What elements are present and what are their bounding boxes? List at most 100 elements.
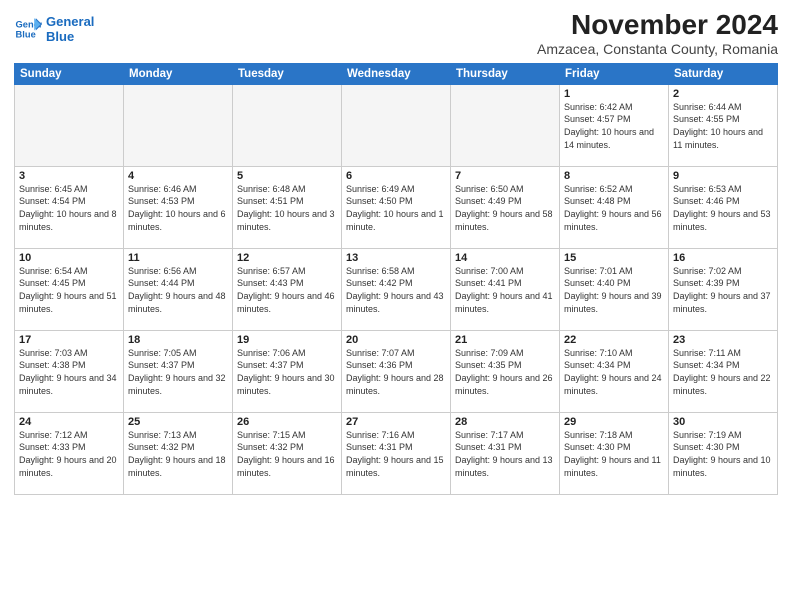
day-info: Sunrise: 7:16 AM Sunset: 4:31 PM Dayligh…	[346, 429, 446, 479]
day-info: Sunrise: 6:57 AM Sunset: 4:43 PM Dayligh…	[237, 265, 337, 315]
day-number: 24	[19, 416, 119, 428]
day-number: 26	[237, 416, 337, 428]
logo-line1: General	[46, 14, 94, 29]
day-info: Sunrise: 7:06 AM Sunset: 4:37 PM Dayligh…	[237, 347, 337, 397]
table-row: 18Sunrise: 7:05 AM Sunset: 4:37 PM Dayli…	[124, 330, 233, 412]
table-row: 10Sunrise: 6:54 AM Sunset: 4:45 PM Dayli…	[15, 248, 124, 330]
table-row: 14Sunrise: 7:00 AM Sunset: 4:41 PM Dayli…	[451, 248, 560, 330]
table-row: 1Sunrise: 6:42 AM Sunset: 4:57 PM Daylig…	[560, 84, 669, 166]
day-number: 17	[19, 334, 119, 346]
table-row: 19Sunrise: 7:06 AM Sunset: 4:37 PM Dayli…	[233, 330, 342, 412]
month-title: November 2024	[537, 10, 778, 41]
th-tuesday: Tuesday	[233, 63, 342, 84]
table-row: 28Sunrise: 7:17 AM Sunset: 4:31 PM Dayli…	[451, 412, 560, 494]
table-row: 13Sunrise: 6:58 AM Sunset: 4:42 PM Dayli…	[342, 248, 451, 330]
day-number: 19	[237, 334, 337, 346]
table-row: 9Sunrise: 6:53 AM Sunset: 4:46 PM Daylig…	[669, 166, 778, 248]
calendar-week-5: 24Sunrise: 7:12 AM Sunset: 4:33 PM Dayli…	[15, 412, 778, 494]
calendar-week-3: 10Sunrise: 6:54 AM Sunset: 4:45 PM Dayli…	[15, 248, 778, 330]
day-number: 20	[346, 334, 446, 346]
calendar-header-row: Sunday Monday Tuesday Wednesday Thursday…	[15, 63, 778, 84]
table-row	[15, 84, 124, 166]
day-number: 2	[673, 88, 773, 100]
th-thursday: Thursday	[451, 63, 560, 84]
calendar-page: General Blue General Blue November 2024 …	[0, 0, 792, 612]
day-number: 13	[346, 252, 446, 264]
table-row: 12Sunrise: 6:57 AM Sunset: 4:43 PM Dayli…	[233, 248, 342, 330]
day-info: Sunrise: 7:10 AM Sunset: 4:34 PM Dayligh…	[564, 347, 664, 397]
table-row: 11Sunrise: 6:56 AM Sunset: 4:44 PM Dayli…	[124, 248, 233, 330]
day-info: Sunrise: 6:46 AM Sunset: 4:53 PM Dayligh…	[128, 183, 228, 233]
th-wednesday: Wednesday	[342, 63, 451, 84]
table-row: 26Sunrise: 7:15 AM Sunset: 4:32 PM Dayli…	[233, 412, 342, 494]
table-row: 16Sunrise: 7:02 AM Sunset: 4:39 PM Dayli…	[669, 248, 778, 330]
day-info: Sunrise: 6:54 AM Sunset: 4:45 PM Dayligh…	[19, 265, 119, 315]
th-monday: Monday	[124, 63, 233, 84]
title-block: November 2024 Amzacea, Constanta County,…	[537, 10, 778, 57]
logo: General Blue General Blue	[14, 14, 94, 44]
day-info: Sunrise: 7:13 AM Sunset: 4:32 PM Dayligh…	[128, 429, 228, 479]
day-info: Sunrise: 7:07 AM Sunset: 4:36 PM Dayligh…	[346, 347, 446, 397]
day-info: Sunrise: 6:50 AM Sunset: 4:49 PM Dayligh…	[455, 183, 555, 233]
day-number: 10	[19, 252, 119, 264]
day-info: Sunrise: 7:03 AM Sunset: 4:38 PM Dayligh…	[19, 347, 119, 397]
table-row: 22Sunrise: 7:10 AM Sunset: 4:34 PM Dayli…	[560, 330, 669, 412]
table-row: 2Sunrise: 6:44 AM Sunset: 4:55 PM Daylig…	[669, 84, 778, 166]
day-info: Sunrise: 7:11 AM Sunset: 4:34 PM Dayligh…	[673, 347, 773, 397]
day-number: 16	[673, 252, 773, 264]
calendar-table: Sunday Monday Tuesday Wednesday Thursday…	[14, 63, 778, 495]
table-row: 8Sunrise: 6:52 AM Sunset: 4:48 PM Daylig…	[560, 166, 669, 248]
day-info: Sunrise: 6:44 AM Sunset: 4:55 PM Dayligh…	[673, 101, 773, 151]
day-number: 22	[564, 334, 664, 346]
table-row	[342, 84, 451, 166]
day-info: Sunrise: 6:53 AM Sunset: 4:46 PM Dayligh…	[673, 183, 773, 233]
day-number: 8	[564, 170, 664, 182]
table-row: 4Sunrise: 6:46 AM Sunset: 4:53 PM Daylig…	[124, 166, 233, 248]
day-info: Sunrise: 6:58 AM Sunset: 4:42 PM Dayligh…	[346, 265, 446, 315]
svg-text:Blue: Blue	[16, 30, 36, 40]
day-info: Sunrise: 6:45 AM Sunset: 4:54 PM Dayligh…	[19, 183, 119, 233]
table-row: 24Sunrise: 7:12 AM Sunset: 4:33 PM Dayli…	[15, 412, 124, 494]
th-saturday: Saturday	[669, 63, 778, 84]
table-row: 7Sunrise: 6:50 AM Sunset: 4:49 PM Daylig…	[451, 166, 560, 248]
day-number: 28	[455, 416, 555, 428]
day-number: 1	[564, 88, 664, 100]
day-info: Sunrise: 7:12 AM Sunset: 4:33 PM Dayligh…	[19, 429, 119, 479]
table-row: 15Sunrise: 7:01 AM Sunset: 4:40 PM Dayli…	[560, 248, 669, 330]
day-number: 30	[673, 416, 773, 428]
day-info: Sunrise: 6:42 AM Sunset: 4:57 PM Dayligh…	[564, 101, 664, 151]
day-number: 21	[455, 334, 555, 346]
day-number: 5	[237, 170, 337, 182]
logo-line2: Blue	[46, 29, 94, 44]
day-info: Sunrise: 7:00 AM Sunset: 4:41 PM Dayligh…	[455, 265, 555, 315]
table-row: 17Sunrise: 7:03 AM Sunset: 4:38 PM Dayli…	[15, 330, 124, 412]
day-number: 29	[564, 416, 664, 428]
location-title: Amzacea, Constanta County, Romania	[537, 41, 778, 57]
day-info: Sunrise: 6:49 AM Sunset: 4:50 PM Dayligh…	[346, 183, 446, 233]
day-number: 27	[346, 416, 446, 428]
table-row: 21Sunrise: 7:09 AM Sunset: 4:35 PM Dayli…	[451, 330, 560, 412]
day-number: 23	[673, 334, 773, 346]
day-info: Sunrise: 7:19 AM Sunset: 4:30 PM Dayligh…	[673, 429, 773, 479]
table-row	[124, 84, 233, 166]
day-number: 7	[455, 170, 555, 182]
logo-icon: General Blue	[14, 15, 42, 43]
day-number: 14	[455, 252, 555, 264]
header: General Blue General Blue November 2024 …	[14, 10, 778, 57]
day-number: 25	[128, 416, 228, 428]
table-row: 5Sunrise: 6:48 AM Sunset: 4:51 PM Daylig…	[233, 166, 342, 248]
table-row: 25Sunrise: 7:13 AM Sunset: 4:32 PM Dayli…	[124, 412, 233, 494]
day-number: 11	[128, 252, 228, 264]
day-info: Sunrise: 6:56 AM Sunset: 4:44 PM Dayligh…	[128, 265, 228, 315]
day-info: Sunrise: 7:09 AM Sunset: 4:35 PM Dayligh…	[455, 347, 555, 397]
day-number: 12	[237, 252, 337, 264]
th-sunday: Sunday	[15, 63, 124, 84]
day-info: Sunrise: 7:02 AM Sunset: 4:39 PM Dayligh…	[673, 265, 773, 315]
day-info: Sunrise: 6:48 AM Sunset: 4:51 PM Dayligh…	[237, 183, 337, 233]
table-row: 30Sunrise: 7:19 AM Sunset: 4:30 PM Dayli…	[669, 412, 778, 494]
day-info: Sunrise: 7:15 AM Sunset: 4:32 PM Dayligh…	[237, 429, 337, 479]
calendar-week-1: 1Sunrise: 6:42 AM Sunset: 4:57 PM Daylig…	[15, 84, 778, 166]
day-info: Sunrise: 7:01 AM Sunset: 4:40 PM Dayligh…	[564, 265, 664, 315]
table-row: 27Sunrise: 7:16 AM Sunset: 4:31 PM Dayli…	[342, 412, 451, 494]
day-number: 3	[19, 170, 119, 182]
